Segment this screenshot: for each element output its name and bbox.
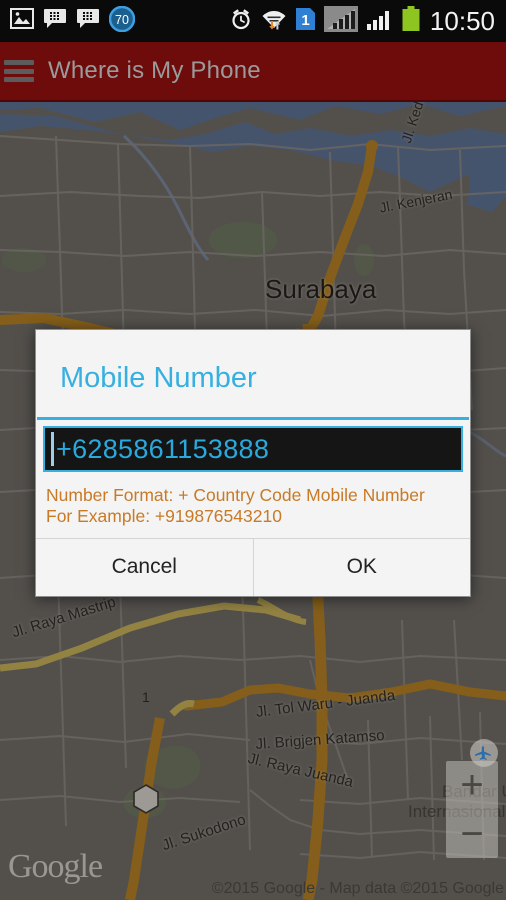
phone-number-input[interactable]: +6285861153888 bbox=[43, 426, 463, 472]
map-zoom-controls[interactable]: + − bbox=[446, 761, 498, 858]
bbm-message-icon bbox=[76, 8, 100, 34]
signal-bars-icon bbox=[323, 5, 358, 37]
minus-icon: − bbox=[460, 812, 484, 856]
signal-glyph bbox=[323, 5, 358, 32]
status-bar-clock: 10:50 bbox=[429, 6, 495, 36]
status-bar-system-icons: 1 10:50 bbox=[229, 5, 506, 37]
bbm-glyph bbox=[77, 9, 99, 28]
zoom-in-button[interactable]: + bbox=[446, 761, 498, 810]
hint-line-1: Number Format: + Country Code Mobile Num… bbox=[46, 485, 425, 505]
phone-screen: 1 Surabaya Jl. Kedung Cowek Jl. Kenjeran… bbox=[0, 0, 506, 900]
mobile-number-dialog: Mobile Number +6285861153888 Number Form… bbox=[35, 329, 471, 597]
bbm-glyph bbox=[44, 9, 66, 28]
hamburger-bar bbox=[4, 60, 34, 65]
hint-line-2: For Example: +919876543210 bbox=[46, 506, 282, 527]
input-hint: Number Format: + Country Code Mobile Num… bbox=[36, 477, 470, 538]
wifi-transfer-icon bbox=[261, 7, 287, 36]
hamburger-bar bbox=[4, 68, 34, 74]
phone-number-value: +6285861153888 bbox=[56, 433, 270, 464]
text-cursor bbox=[51, 432, 54, 466]
svg-text:70: 70 bbox=[115, 13, 129, 27]
svg-text:1: 1 bbox=[301, 12, 309, 29]
battery-glyph bbox=[402, 5, 420, 31]
ok-button[interactable]: OK bbox=[254, 539, 471, 596]
alarm-icon bbox=[229, 7, 253, 36]
highway-shield bbox=[133, 784, 159, 814]
signal-bars-2-icon bbox=[366, 7, 394, 36]
image-glyph bbox=[10, 8, 34, 29]
bbm-message-icon bbox=[43, 8, 67, 34]
wifi-glyph bbox=[262, 10, 286, 29]
google-logo: Google bbox=[8, 848, 103, 885]
plus-icon: + bbox=[460, 763, 484, 807]
status-bar-notifications: 70 bbox=[0, 5, 136, 37]
app-action-bar: Where is My Phone bbox=[0, 42, 506, 102]
alarm-glyph bbox=[232, 8, 250, 29]
phone-input-container: +6285861153888 bbox=[36, 420, 470, 477]
dialog-button-bar: Cancel OK bbox=[36, 537, 471, 596]
sim-glyph: 1 bbox=[295, 7, 315, 30]
sim-1-icon: 1 bbox=[295, 7, 316, 36]
highway-shield-label: 1 bbox=[142, 689, 150, 705]
app-title: Where is My Phone bbox=[48, 57, 261, 84]
zoom-out-button[interactable]: − bbox=[446, 810, 498, 858]
dialog-title: Mobile Number bbox=[60, 362, 257, 394]
airplane-glyph bbox=[475, 746, 491, 761]
speed-70-badge-icon: 70 bbox=[108, 5, 136, 37]
image-icon bbox=[10, 8, 34, 34]
hamburger-bar bbox=[4, 77, 34, 82]
speed-badge-glyph: 70 bbox=[108, 5, 136, 32]
cancel-button[interactable]: Cancel bbox=[36, 538, 254, 596]
battery-icon bbox=[402, 5, 420, 37]
map-city-label: Surabaya bbox=[265, 274, 377, 304]
hamburger-menu-icon[interactable] bbox=[4, 58, 34, 84]
signal-glyph-2 bbox=[366, 10, 389, 30]
map-attribution: ©2015 Google - Map data ©2015 Google bbox=[211, 880, 504, 897]
status-bar: 70 1 10:50 bbox=[0, 0, 506, 42]
